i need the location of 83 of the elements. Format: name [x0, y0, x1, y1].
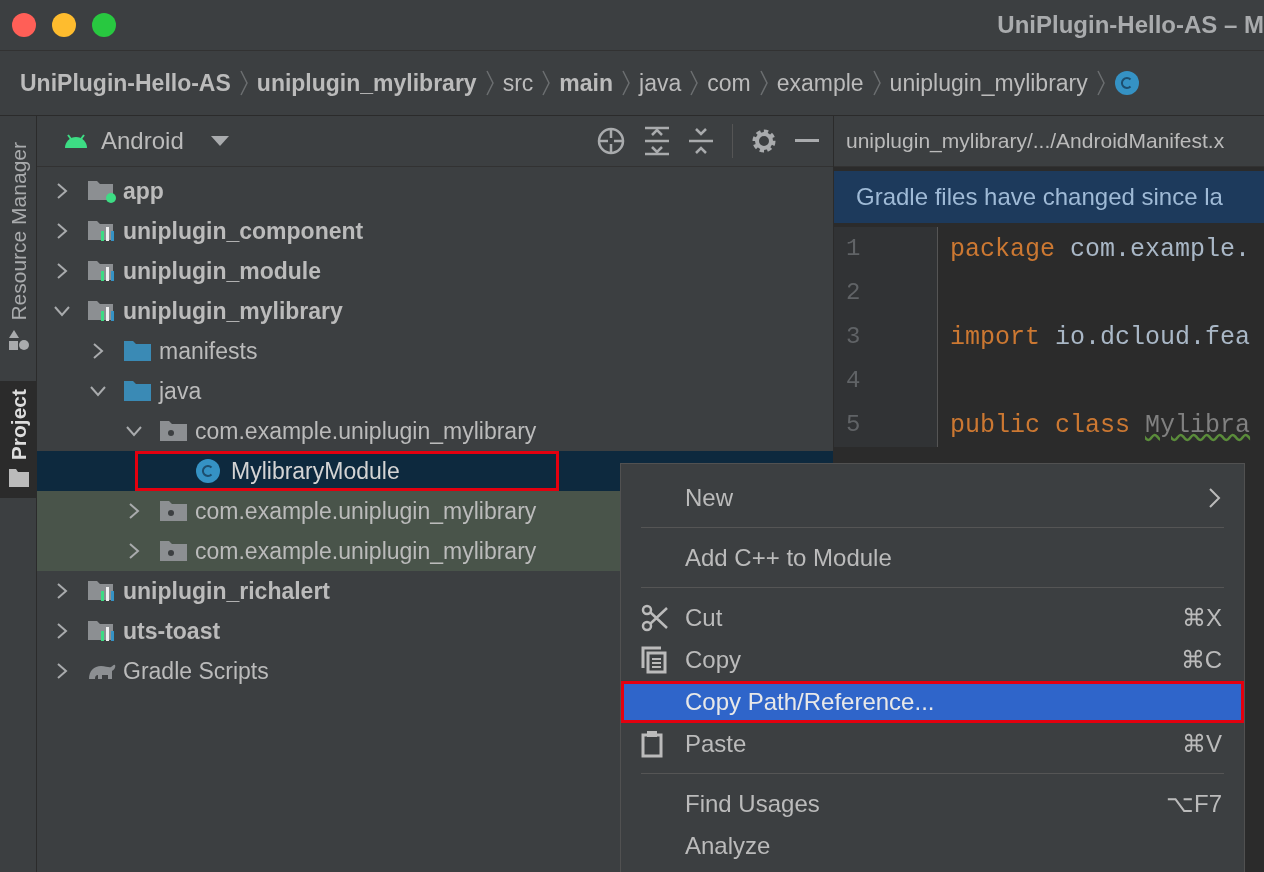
settings-icon[interactable] [751, 128, 777, 154]
breadcrumb-item[interactable]: src [502, 69, 534, 97]
package-icon [159, 539, 189, 563]
breadcrumb-item[interactable]: main [559, 69, 613, 97]
menu-item[interactable]: Analyze [621, 825, 1244, 867]
shortcut-label: ⌘C [1180, 646, 1222, 674]
tree-row[interactable]: app [37, 171, 833, 211]
zoom-button[interactable] [92, 13, 116, 37]
view-dropdown[interactable]: Android [63, 127, 230, 155]
package-icon [159, 499, 189, 523]
tree-item-label: uniplugin_module [123, 257, 322, 285]
expand-all-icon[interactable] [644, 126, 670, 156]
minimize-icon[interactable] [795, 139, 819, 143]
tree-row[interactable]: com.example.uniplugin_mylibrary [37, 411, 833, 451]
folder-icon [123, 379, 153, 403]
chevron-icon [541, 69, 552, 97]
breadcrumb-item[interactable]: com [707, 69, 751, 97]
tree-item-label: uniplugin_richalert [123, 577, 331, 605]
minimize-button[interactable] [52, 13, 76, 37]
folder-icon [7, 467, 30, 488]
breadcrumb-item[interactable]: java [639, 69, 682, 97]
chevron-icon [1095, 69, 1106, 97]
code-line: import io.dcloud.fea [950, 322, 1251, 352]
module-folder-icon [87, 299, 117, 323]
tree-item-label: app [123, 177, 164, 205]
breadcrumb-item[interactable]: uniplugin_mylibrary [889, 69, 1088, 97]
tree-row[interactable]: uniplugin_module [37, 251, 833, 291]
tree-item-label: uniplugin_component [123, 217, 364, 245]
breadcrumb-item[interactable]: uniplugin_mylibrary [256, 69, 477, 97]
shortcut-label: ⌘V [1182, 730, 1222, 758]
chevron-icon [621, 69, 631, 97]
tool-window-tab[interactable]: Project [0, 380, 37, 498]
notification-banner-text: Gradle files have changed since la [856, 183, 1223, 211]
tree-item-label: uniplugin_mylibrary [123, 297, 343, 325]
shortcut-label: ⌥F7 [1166, 790, 1222, 818]
tree-item-label: manifests [159, 337, 258, 365]
breadcrumb-item[interactable] [1113, 70, 1140, 96]
module-folder-icon [87, 259, 117, 283]
caret-icon [209, 135, 230, 147]
class-icon [1113, 70, 1140, 96]
menu-item[interactable]: Find Usages ⌥F7 [621, 783, 1244, 825]
menu-item[interactable]: Copy Path/Reference... [621, 681, 1244, 723]
module-folder-icon [87, 579, 117, 603]
breadcrumb-item[interactable]: example [776, 69, 864, 97]
tool-window-tab[interactable]: Resource Manager [0, 134, 37, 361]
chevron-icon [689, 69, 700, 97]
tree-row[interactable]: uniplugin_component [37, 211, 833, 251]
tree-row[interactable]: java [37, 371, 833, 411]
class-icon [195, 458, 221, 484]
module-folder-icon [87, 619, 117, 643]
copy-icon [641, 646, 667, 674]
close-button[interactable] [12, 13, 36, 37]
shortcut-label: ⌘X [1182, 604, 1222, 632]
window-title: UniPlugin-Hello-AS – M [997, 11, 1264, 39]
module-folder-icon [87, 179, 117, 203]
tree-row[interactable]: uniplugin_mylibrary [37, 291, 833, 331]
tree-row[interactable]: manifests [37, 331, 833, 371]
menu-item[interactable]: Copy ⌘C [621, 639, 1244, 681]
chevron-icon [238, 69, 249, 97]
folder-icon [123, 339, 153, 363]
shapes-icon [7, 328, 30, 351]
crosshair-icon[interactable] [596, 126, 626, 156]
tree-item-label: com.example.uniplugin_mylibrary [195, 497, 537, 525]
breadcrumb-item[interactable]: UniPlugin-Hello-AS [20, 69, 231, 97]
tree-item-label: Gradle Scripts [123, 657, 269, 685]
tree-item-label: com.example.uniplugin_mylibrary [195, 537, 537, 565]
tree-item-label: java [159, 377, 202, 405]
menu-item[interactable]: Paste ⌘V [621, 723, 1244, 765]
tree-item-label: com.example.uniplugin_mylibrary [195, 417, 537, 445]
code-line: package com.example. [950, 234, 1251, 264]
package-icon [159, 419, 189, 443]
chevron-icon [758, 69, 769, 97]
module-folder-icon [87, 219, 117, 243]
collapse-all-icon[interactable] [688, 126, 714, 156]
android-icon [63, 133, 89, 149]
menu-item[interactable]: Cut ⌘X [621, 597, 1244, 639]
clipboard-icon [641, 730, 663, 758]
chevron-icon [484, 69, 495, 97]
code-line: public class Mylibra [950, 410, 1251, 440]
scissors-icon [641, 604, 669, 632]
tree-item-label: uts-toast [123, 617, 221, 645]
tree-item-label: MylibraryModule [231, 457, 400, 485]
chevron-icon [871, 69, 882, 97]
